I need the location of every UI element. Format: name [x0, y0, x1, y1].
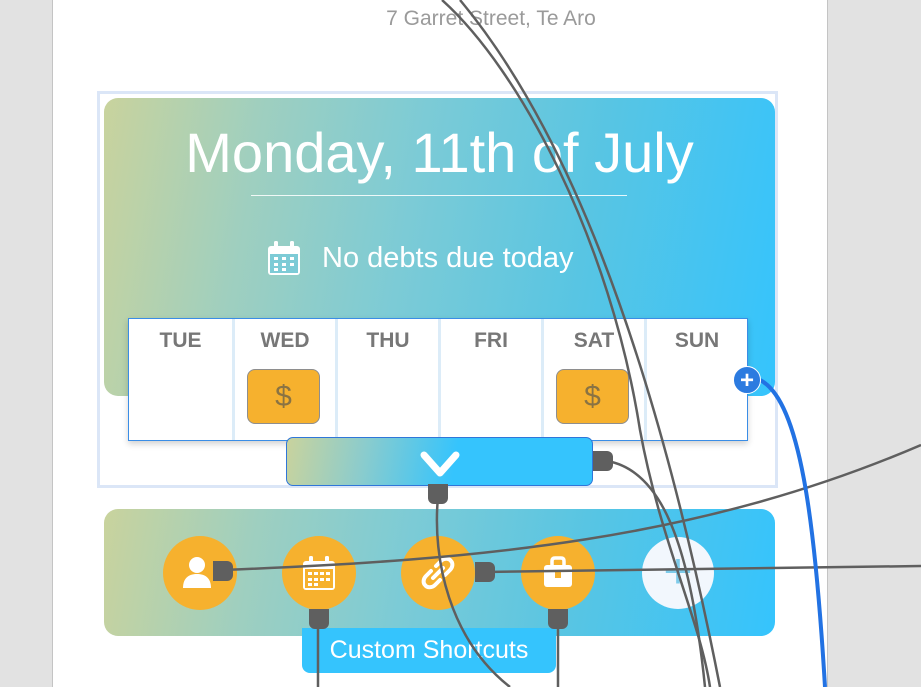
- day-label: THU: [366, 329, 410, 352]
- connector-port[interactable]: [213, 561, 233, 581]
- title-divider: [251, 195, 627, 196]
- day-fri[interactable]: FRI: [441, 319, 544, 440]
- day-wed[interactable]: WED $: [235, 319, 338, 440]
- day-sat[interactable]: SAT $: [544, 319, 647, 440]
- day-label: SAT: [573, 329, 615, 352]
- debt-badge[interactable]: $: [556, 369, 629, 424]
- week-strip: TUE WED $ THU FRI SAT $ SUN: [128, 318, 748, 441]
- connector-port[interactable]: [309, 609, 329, 629]
- debts-status: No debts due today: [322, 242, 574, 274]
- day-label: FRI: [474, 329, 508, 352]
- connector-port[interactable]: [475, 562, 495, 582]
- connector-port[interactable]: [548, 609, 568, 629]
- link-icon: [421, 556, 455, 590]
- connector-port[interactable]: [428, 484, 448, 504]
- day-thu[interactable]: THU: [338, 319, 441, 440]
- day-label: SUN: [674, 329, 720, 352]
- day-label: TUE: [159, 329, 202, 352]
- debt-badge[interactable]: $: [247, 369, 320, 424]
- shortcut-links[interactable]: [401, 536, 475, 610]
- day-sun[interactable]: SUN: [647, 319, 747, 440]
- address-text: 7 Garret Street, Te Aro: [386, 7, 596, 30]
- calendar-icon: [268, 241, 300, 275]
- day-tue[interactable]: TUE: [129, 319, 235, 440]
- connector-port[interactable]: [593, 451, 613, 471]
- day-label: WED: [260, 329, 310, 352]
- date-title: Monday, 11th of July: [185, 121, 694, 184]
- add-shortcut-button[interactable]: +: [642, 537, 714, 609]
- calendar-icon: [303, 556, 335, 590]
- shortcut-work[interactable]: [521, 536, 595, 610]
- add-connection-button[interactable]: +: [733, 366, 761, 394]
- shortcuts-label: Custom Shortcuts: [302, 628, 556, 673]
- expand-button[interactable]: [286, 437, 593, 486]
- briefcase-icon: [544, 556, 572, 587]
- chevron-down-icon: [420, 451, 460, 477]
- shortcut-calendar[interactable]: [282, 536, 356, 610]
